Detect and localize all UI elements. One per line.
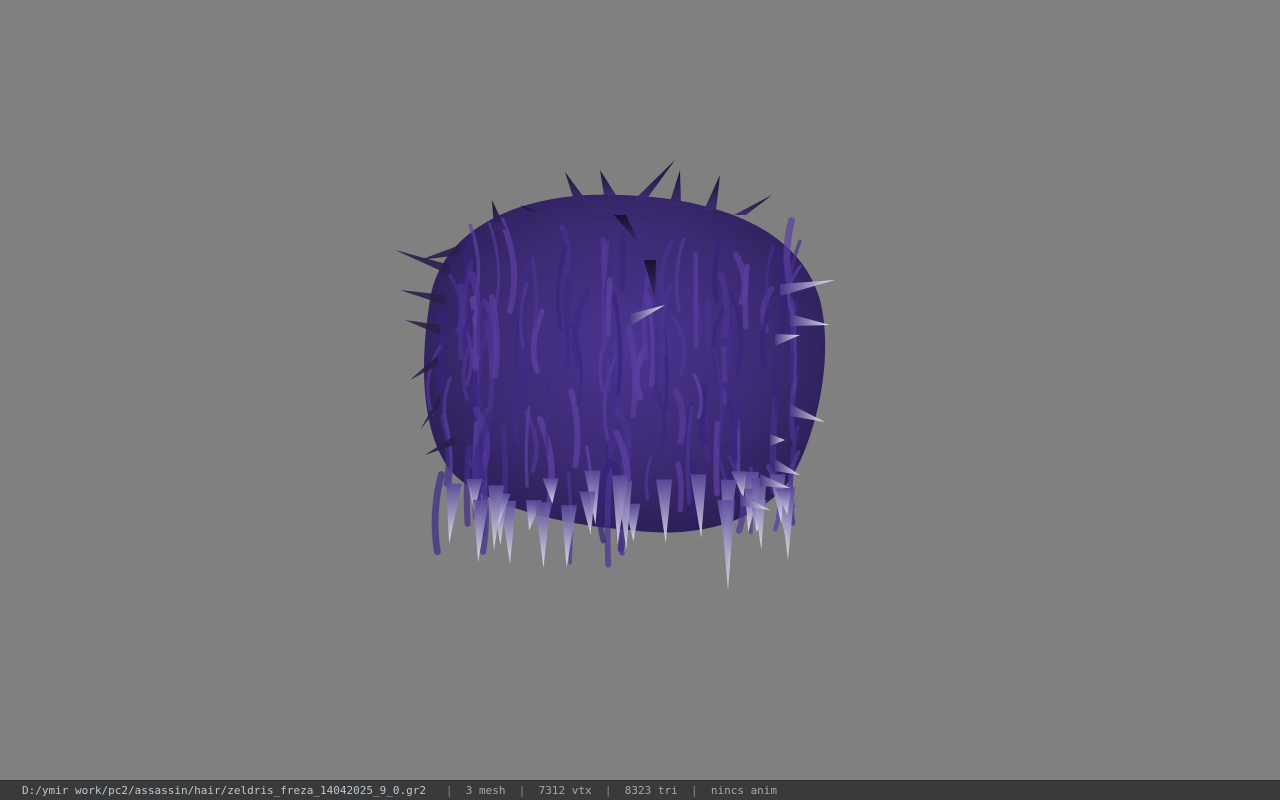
hair-model-icon — [395, 160, 835, 590]
vertex-count-label: 7312 vtx — [538, 784, 592, 797]
3d-viewport[interactable] — [0, 0, 1280, 780]
animation-info-label: nincs anim — [710, 784, 778, 797]
mesh-count-label: 3 mesh — [465, 784, 506, 797]
status-separator: | — [518, 784, 526, 797]
status-separator: | — [690, 784, 698, 797]
triangle-count-label: 8323 tri — [624, 784, 678, 797]
file-path-label: D:/ymir work/pc2/assassin/hair/zeldris_f… — [22, 784, 426, 797]
status-separator: | — [604, 784, 612, 797]
status-bar: D:/ymir work/pc2/assassin/hair/zeldris_f… — [0, 780, 1280, 800]
status-separator: | — [445, 784, 453, 797]
